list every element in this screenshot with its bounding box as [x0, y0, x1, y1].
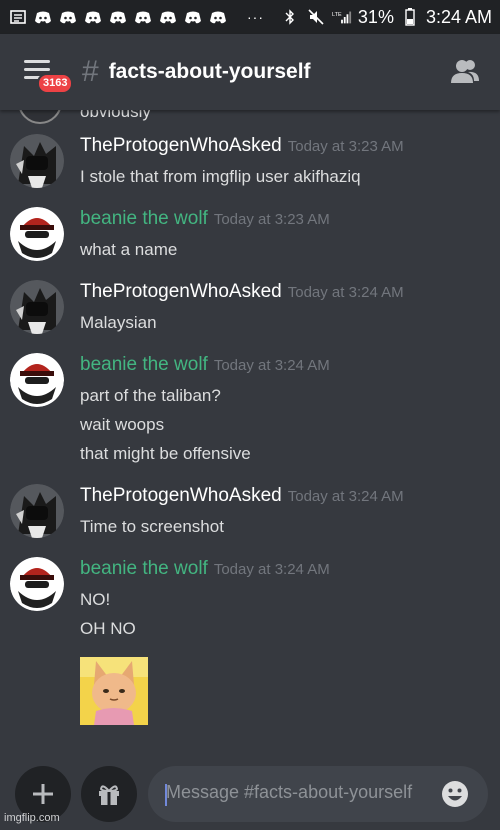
message-composer: Message #facts-about-yourself: [0, 758, 500, 830]
avatar[interactable]: [10, 134, 64, 188]
author-name-text: beanie the wolf: [80, 208, 208, 229]
message-text: NO!: [80, 590, 111, 609]
message-text: I stole that from imgflip user akifhaziq: [80, 167, 361, 186]
signal-icon: LTE: [332, 10, 352, 24]
author-name[interactable]: beanie the wolf Today at 3:23 AM: [80, 207, 330, 232]
battery-icon: [400, 8, 420, 26]
timestamp: Today at 3:24 AM: [287, 284, 404, 301]
members-icon: [451, 60, 479, 83]
message-text: OH NO: [80, 619, 136, 638]
timestamp: Today at 3:24 AM: [213, 357, 330, 374]
discord-icon: [158, 10, 178, 24]
hamburger-icon: [24, 60, 50, 63]
discord-icon: [133, 10, 153, 24]
hamburger-icon: [24, 68, 50, 71]
mute-icon: [306, 9, 326, 25]
message-text: Malaysian: [80, 313, 157, 332]
emoji-button[interactable]: [440, 779, 470, 809]
watermark: imgflip.com: [4, 812, 60, 824]
author-name-text: TheProtogenWhoAsked: [80, 485, 282, 506]
message-list[interactable]: obviously TheProtogenWhoAsked Today at 3:…: [0, 110, 500, 758]
timestamp: Today at 3:23 AM: [287, 138, 404, 155]
message-content: I stole that from imgflip user akifhaziq: [80, 162, 361, 191]
message-text: part of the taliban?: [80, 386, 221, 405]
message-content: NO! OH NO: [80, 585, 136, 643]
avatar[interactable]: [10, 207, 64, 261]
mention-badge: 3163: [37, 73, 74, 94]
avatar[interactable]: [18, 110, 62, 124]
battery-percent: 31%: [357, 6, 394, 27]
emoji-icon: [442, 781, 468, 807]
author-name-text: TheProtogenWhoAsked: [80, 281, 282, 302]
discord-icon: [183, 10, 203, 24]
message-content: Malaysian: [80, 308, 157, 337]
channel-title: facts-about-yourself: [108, 60, 311, 83]
author-name[interactable]: TheProtogenWhoAsked Today at 3:24 AM: [80, 280, 404, 305]
author-name[interactable]: TheProtogenWhoAsked Today at 3:24 AM: [80, 484, 404, 509]
message-content: part of the taliban? wait woops that mig…: [80, 381, 251, 468]
protogen-avatar-icon: [10, 280, 64, 334]
author-name[interactable]: beanie the wolf Today at 3:24 AM: [80, 557, 330, 582]
protogen-avatar-icon: [10, 484, 64, 538]
message-content: Time to screenshot: [80, 512, 224, 541]
clock: 3:24 AM: [425, 6, 492, 27]
author-name[interactable]: TheProtogenWhoAsked Today at 3:23 AM: [80, 134, 404, 159]
discord-icon: [83, 10, 103, 24]
message-input[interactable]: Message #facts-about-yourself: [148, 766, 488, 822]
network-type-label: LTE: [332, 12, 342, 18]
avatar[interactable]: [10, 484, 64, 538]
beanie-avatar-icon: [10, 207, 64, 261]
avatar[interactable]: [10, 557, 64, 611]
cat-sticker-icon: [80, 657, 148, 725]
message-text: Time to screenshot: [80, 517, 224, 536]
avatar[interactable]: [10, 280, 64, 334]
beanie-avatar-icon: [10, 557, 64, 611]
members-button[interactable]: [450, 56, 480, 86]
protogen-avatar-icon: [10, 134, 64, 188]
author-name-text: beanie the wolf: [80, 354, 208, 375]
timestamp: Today at 3:23 AM: [213, 211, 330, 228]
author-name[interactable]: beanie the wolf Today at 3:24 AM: [80, 353, 330, 378]
message-text: that might be offensive: [80, 444, 251, 463]
author-name-text: beanie the wolf: [80, 558, 208, 579]
discord-icon: [108, 10, 128, 24]
discord-icon: [208, 10, 228, 24]
author-name-text: TheProtogenWhoAsked: [80, 135, 282, 156]
message-text: what a name: [80, 240, 178, 259]
image-attachment[interactable]: [80, 657, 148, 725]
timestamp: Today at 3:24 AM: [287, 488, 404, 505]
gift-icon: [99, 785, 119, 805]
discord-icon: [33, 10, 53, 24]
status-bar: ··· LTE 31% 3:24 AM: [0, 0, 500, 34]
bluetooth-icon: [280, 9, 300, 25]
message-input-placeholder: Message #facts-about-yourself: [166, 782, 413, 802]
message-content: what a name: [80, 235, 177, 264]
plus-icon: [33, 784, 53, 804]
message-text: wait woops: [80, 415, 165, 434]
more-notifications: ···: [247, 9, 264, 25]
avatar[interactable]: [10, 353, 64, 407]
system-icons: LTE 31% 3:24 AM: [280, 7, 492, 28]
timestamp: Today at 3:24 AM: [213, 561, 330, 578]
channel-header: 3163 # facts-about-yourself: [0, 34, 500, 110]
channel-hash-icon: #: [82, 55, 99, 88]
message-text: obviously: [80, 110, 151, 121]
gift-button[interactable]: [81, 766, 137, 822]
news-icon: [8, 10, 28, 24]
menu-button[interactable]: 3163: [24, 60, 74, 94]
discord-icon: [58, 10, 78, 24]
beanie-avatar-icon: [10, 353, 64, 407]
notification-icons: ···: [8, 9, 264, 25]
